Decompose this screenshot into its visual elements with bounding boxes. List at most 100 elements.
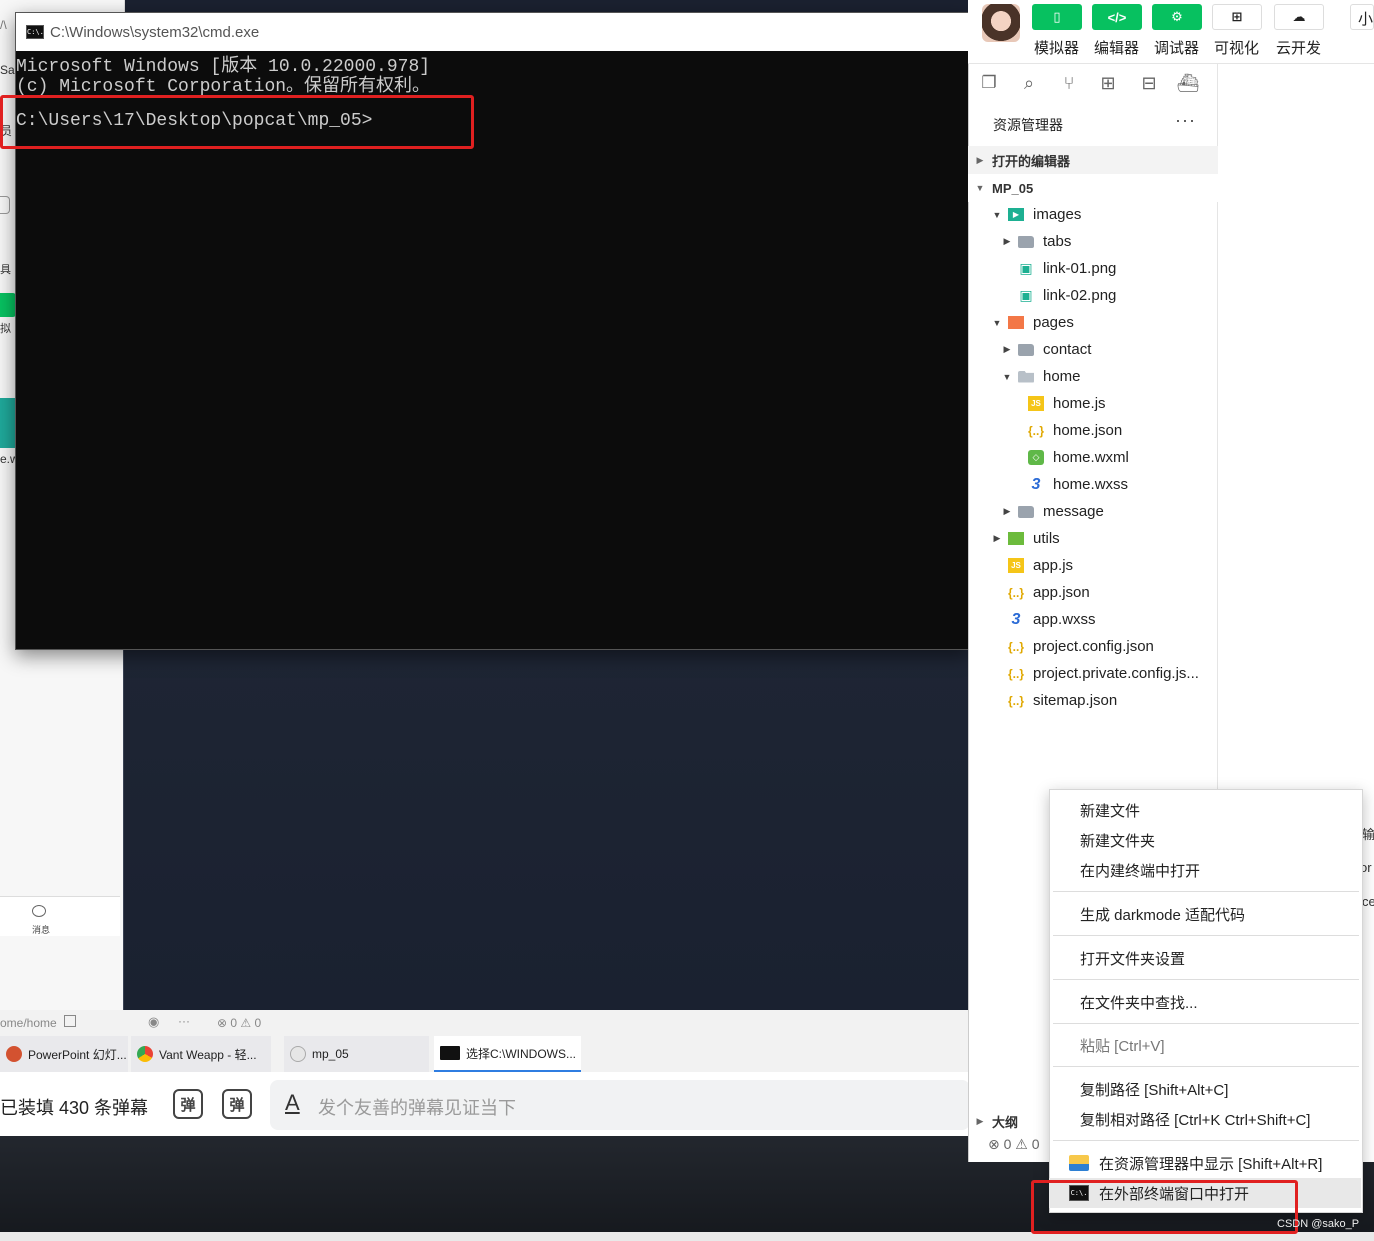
- mini-label: 小: [1358, 11, 1374, 28]
- taskbar-tab-powerpoint[interactable]: PowerPoint 幻灯...: [0, 1036, 128, 1072]
- chevron-right-icon[interactable]: ▶: [1002, 236, 1012, 247]
- wechat-devtools-icon: [290, 1046, 306, 1062]
- simulator-label: 模拟器: [1034, 40, 1080, 57]
- tree-item-label: home.js: [1053, 395, 1106, 412]
- taskbar-tab-chrome[interactable]: Vant Weapp - 轻...: [131, 1036, 271, 1072]
- chevron-right-icon[interactable]: ▶: [992, 533, 1002, 544]
- danmaku-count: 已装填 430 条弹幕: [0, 1098, 149, 1118]
- taskbar-tab-devtools[interactable]: mp_05: [284, 1036, 429, 1072]
- section-label: MP_05: [992, 180, 1034, 196]
- chevron-down-icon[interactable]: ▼: [992, 210, 1002, 220]
- tree-item[interactable]: ▶ contact: [968, 336, 1218, 363]
- tree-item[interactable]: ▼ ▶ images: [968, 201, 1218, 228]
- menu-folder-settings[interactable]: 打开文件夹设置: [1049, 943, 1361, 973]
- storage-icon[interactable]: ⊟: [1138, 72, 1160, 94]
- menu-open-builtin-terminal[interactable]: 在内建终端中打开: [1049, 855, 1361, 885]
- cloud-button[interactable]: ☁: [1274, 4, 1324, 30]
- tree-item[interactable]: {..} sitemap.json: [968, 687, 1218, 714]
- json-file-icon: {..}: [1008, 639, 1025, 654]
- highlight-box-external-terminal: [1031, 1180, 1298, 1234]
- menu-new-file[interactable]: 新建文件: [1049, 795, 1361, 825]
- tree-item[interactable]: 3 home.wxss: [968, 471, 1218, 498]
- folder-utils-icon: [1008, 532, 1024, 545]
- edge-text: /\: [0, 18, 7, 32]
- tree-item-label: pages: [1033, 314, 1074, 331]
- edge-icon: [0, 196, 10, 214]
- taskbar-tab-cmd[interactable]: 选择C:\WINDOWS...: [434, 1036, 581, 1072]
- cmd-line-copyright: (c) Microsoft Corporation。保留所有权利。: [16, 77, 431, 97]
- cmd-titlebar[interactable]: C:\. C:\Windows\system32\cmd.exe: [16, 13, 969, 51]
- tree-item[interactable]: ▶ tabs: [968, 228, 1218, 255]
- chevron-right-icon[interactable]: ▶: [1002, 506, 1012, 517]
- tree-item[interactable]: {..} project.config.json: [968, 633, 1218, 660]
- tree-item[interactable]: {..} app.json: [968, 579, 1218, 606]
- json-file-icon: {..}: [1028, 423, 1045, 438]
- editor-button[interactable]: </>: [1092, 4, 1142, 30]
- danmaku-settings-icon[interactable]: 弹: [222, 1089, 252, 1119]
- tree-item-label: sitemap.json: [1033, 692, 1118, 709]
- danmaku-toggle-icon[interactable]: 弹: [173, 1089, 203, 1119]
- tree-item[interactable]: JS app.js: [968, 552, 1218, 579]
- tree-item[interactable]: ▣ link-02.png: [968, 282, 1218, 309]
- visual-button[interactable]: ⊞: [1212, 4, 1262, 30]
- font-style-icon[interactable]: A: [285, 1090, 300, 1116]
- cmd-icon: C:\.: [26, 25, 44, 39]
- simulator-button[interactable]: ▯: [1032, 4, 1082, 30]
- tree-item[interactable]: ▼ home: [968, 363, 1218, 390]
- eye-icon[interactable]: ◉: [148, 1014, 159, 1030]
- menu-darkmode[interactable]: 生成 darkmode 适配代码: [1049, 899, 1361, 929]
- edge-text: 具: [0, 264, 11, 276]
- search-icon[interactable]: ⌕: [1018, 72, 1040, 94]
- edge-simulator-icon: [0, 293, 16, 317]
- tab-label: PowerPoint 幻灯...: [28, 1047, 127, 1062]
- tree-item-label: app.js: [1033, 557, 1074, 574]
- menu-separator: [1053, 935, 1359, 936]
- debugger-button[interactable]: ⚙: [1152, 4, 1202, 30]
- tree-item-label: link-02.png: [1043, 287, 1117, 304]
- chevron-right-icon[interactable]: ▶: [1002, 344, 1012, 355]
- avatar[interactable]: [982, 4, 1020, 42]
- tab-label: Vant Weapp - 轻...: [159, 1047, 257, 1062]
- menu-new-folder[interactable]: 新建文件夹: [1049, 825, 1361, 855]
- docker-icon[interactable]: ⛴: [1177, 72, 1200, 94]
- menu-copy-path[interactable]: 复制路径 [Shift+Alt+C]: [1049, 1074, 1361, 1104]
- tree-item[interactable]: {..} home.json: [968, 417, 1218, 444]
- tree-item-label: home.json: [1053, 422, 1123, 439]
- extensions-icon[interactable]: ⊞: [1097, 72, 1119, 94]
- chevron-down-icon[interactable]: ▼: [992, 318, 1002, 328]
- menu-find-in-folder[interactable]: 在文件夹中查找...: [1049, 987, 1361, 1017]
- folder-icon: [1018, 505, 1034, 518]
- problems-status[interactable]: ⊗ 0 ⚠ 0: [988, 1136, 1040, 1153]
- more-icon[interactable]: ···: [1175, 110, 1196, 131]
- edge-text: 拟: [0, 323, 11, 335]
- error-status: ⊗ 0 ⚠ 0: [217, 1016, 262, 1030]
- chevron-down-icon[interactable]: ▼: [1002, 372, 1012, 382]
- tree-item[interactable]: ◇ home.wxml: [968, 444, 1218, 471]
- menu-label: 在资源管理器中显示 [Shift+Alt+R]: [1099, 1155, 1323, 1173]
- menu-paste[interactable]: 粘贴 [Ctrl+V]: [1049, 1030, 1361, 1060]
- wxml-file-icon: ◇: [1028, 450, 1044, 465]
- menu-copy-relative-path[interactable]: 复制相对路径 [Ctrl+K Ctrl+Shift+C]: [1049, 1104, 1361, 1134]
- message-tab[interactable]: 消息: [0, 896, 120, 936]
- tree-item[interactable]: ▶ utils: [968, 525, 1218, 552]
- open-editors-section[interactable]: ▶ 打开的编辑器: [968, 146, 1218, 174]
- section-label: 大纲: [992, 1114, 1019, 1130]
- menu-reveal-in-explorer[interactable]: 在资源管理器中显示 [Shift+Alt+R]: [1049, 1148, 1361, 1178]
- tree-item[interactable]: ▶ message: [968, 498, 1218, 525]
- chrome-icon: [137, 1046, 153, 1062]
- menu-separator: [1053, 1023, 1359, 1024]
- tree-item[interactable]: ▣ link-01.png: [968, 255, 1218, 282]
- source-control-icon[interactable]: ⑂: [1058, 72, 1080, 94]
- tree-item-label: message: [1043, 503, 1104, 520]
- files-icon[interactable]: ❐: [978, 72, 1000, 94]
- tree-item[interactable]: {..} project.private.config.js...: [968, 660, 1218, 687]
- image-file-icon: ▣: [1019, 260, 1033, 276]
- more-icon[interactable]: ···: [178, 1014, 190, 1028]
- tree-item[interactable]: 3 app.wxss: [968, 606, 1218, 633]
- project-section[interactable]: ▼ MP_05: [968, 174, 1218, 202]
- simulator-dark-area: [123, 640, 971, 1010]
- tree-item[interactable]: ▼ pages: [968, 309, 1218, 336]
- copy-icon[interactable]: [64, 1015, 76, 1027]
- edge-text: Sa: [0, 63, 15, 77]
- tree-item[interactable]: JS home.js: [968, 390, 1218, 417]
